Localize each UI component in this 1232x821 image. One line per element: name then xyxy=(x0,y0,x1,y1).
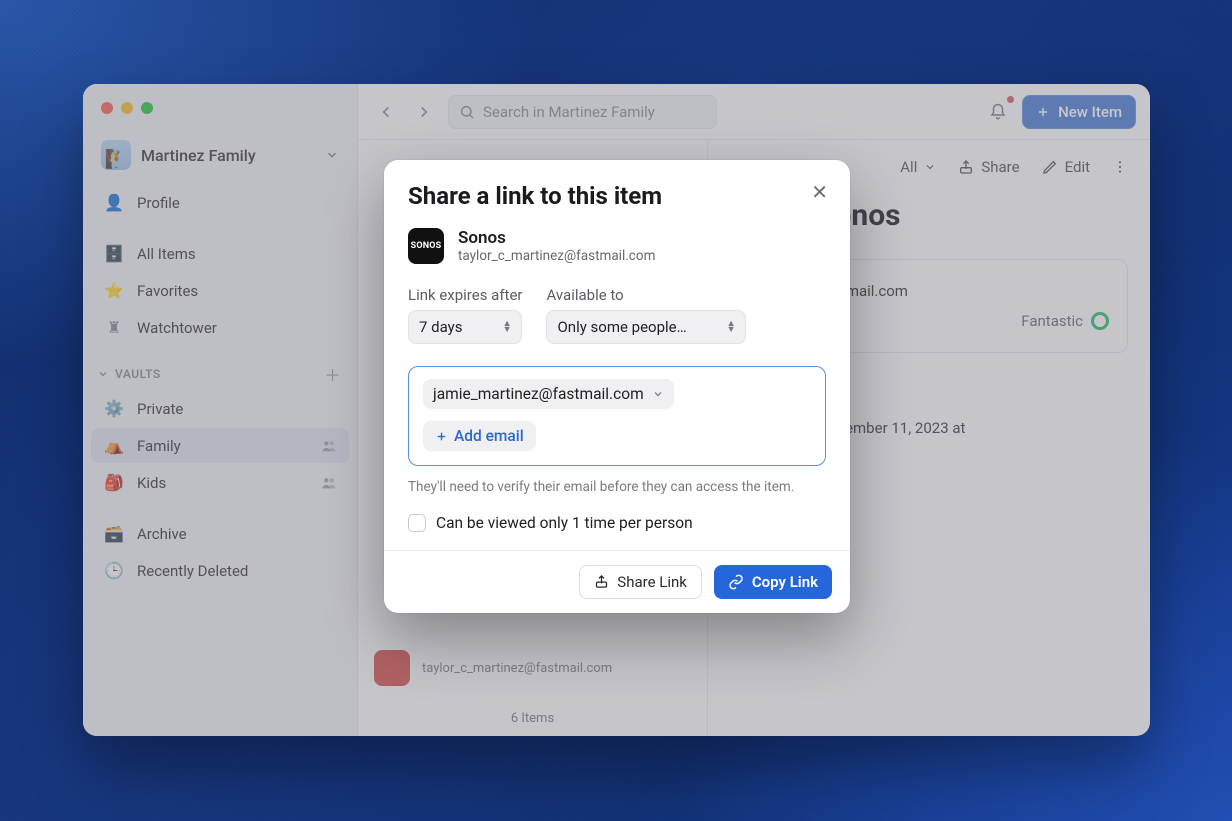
modal-item-name: Sonos xyxy=(458,228,655,248)
share-link-button[interactable]: Share Link xyxy=(579,565,702,599)
recipients-box[interactable]: jamie_martinez@fastmail.com Add email xyxy=(408,366,826,466)
recipient-chip[interactable]: jamie_martinez@fastmail.com xyxy=(423,379,674,409)
add-email-button[interactable]: Add email xyxy=(423,421,536,451)
view-once-row[interactable]: Can be viewed only 1 time per person xyxy=(408,514,826,532)
expires-value: 7 days xyxy=(419,318,463,336)
copy-link-label: Copy Link xyxy=(752,573,818,591)
available-label: Available to xyxy=(546,286,746,304)
available-value: Only some people… xyxy=(557,318,686,336)
expires-label: Link expires after xyxy=(408,286,522,304)
close-modal-button[interactable]: ✕ xyxy=(807,178,832,206)
stepper-icon: ▲▼ xyxy=(503,321,512,333)
modal-item-email: taylor_c_martinez@fastmail.com xyxy=(458,248,655,264)
share-link-label: Share Link xyxy=(617,573,687,591)
modal-title: Share a link to this item xyxy=(408,182,826,210)
share-link-modal: ✕ Share a link to this item SONOS Sonos … xyxy=(384,160,850,613)
chevron-down-icon xyxy=(652,388,664,400)
share-icon xyxy=(594,574,609,589)
expires-select[interactable]: 7 days ▲▼ xyxy=(408,310,522,344)
available-select[interactable]: Only some people… ▲▼ xyxy=(546,310,746,344)
plus-icon xyxy=(435,430,448,443)
item-logo: SONOS xyxy=(408,228,444,264)
add-email-label: Add email xyxy=(454,427,524,445)
stepper-icon: ▲▼ xyxy=(727,321,736,333)
recipient-email: jamie_martinez@fastmail.com xyxy=(433,385,644,403)
modal-item-summary: SONOS Sonos taylor_c_martinez@fastmail.c… xyxy=(408,228,826,264)
view-once-label: Can be viewed only 1 time per person xyxy=(436,514,693,532)
modal-footer: Share Link Copy Link xyxy=(384,550,850,613)
view-once-checkbox[interactable] xyxy=(408,514,426,532)
app-window: 🧗 Martinez Family 👤 Profile 🗄️ All Items… xyxy=(83,84,1150,736)
copy-link-button[interactable]: Copy Link xyxy=(714,565,832,599)
link-icon xyxy=(728,574,744,590)
help-text: They'll need to verify their email befor… xyxy=(408,478,826,498)
